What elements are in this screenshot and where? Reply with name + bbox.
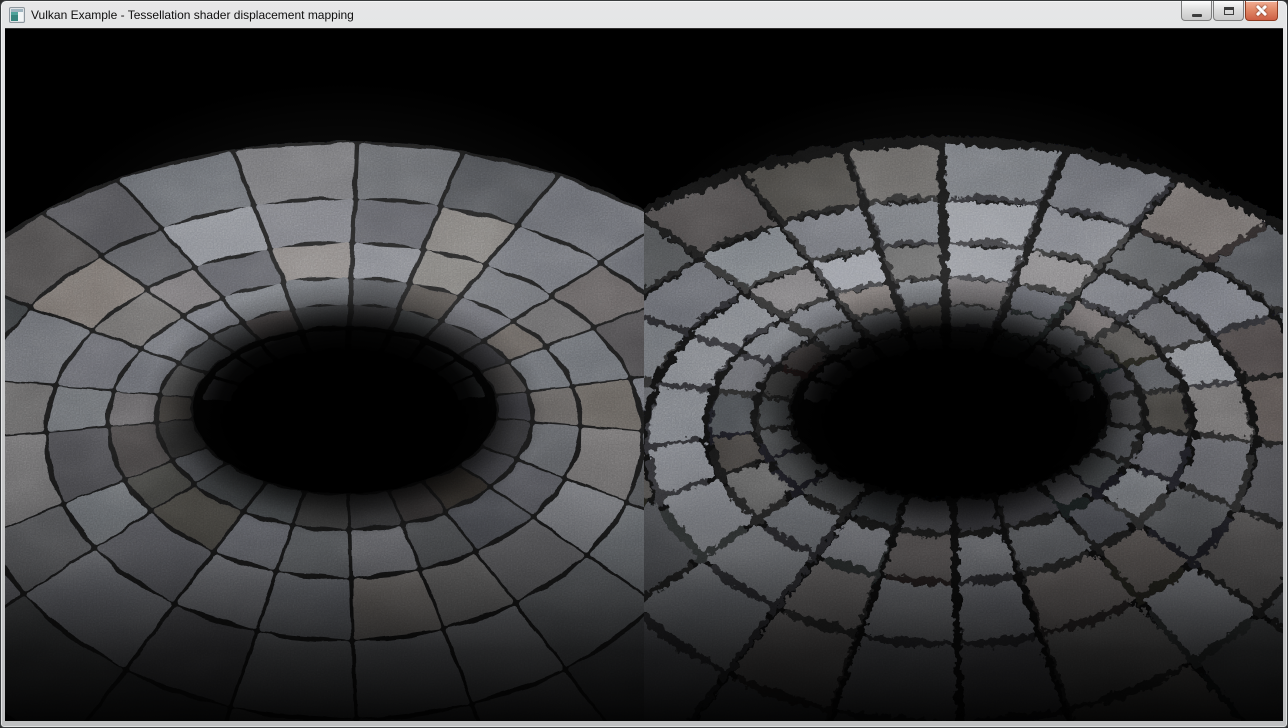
torus-displaced-render (644, 29, 1283, 721)
maximize-icon (1224, 7, 1234, 15)
app-window: Vulkan Example - Tessellation shader dis… (0, 0, 1288, 728)
vulkan-app-icon (9, 7, 25, 23)
minimize-icon (1192, 14, 1202, 17)
render-viewport-left[interactable] (5, 29, 644, 721)
window-controls (1180, 1, 1278, 21)
titlebar[interactable]: Vulkan Example - Tessellation shader dis… (1, 1, 1287, 28)
maximize-button[interactable] (1213, 1, 1244, 21)
torus-flat-render (5, 29, 644, 721)
window-title: Vulkan Example - Tessellation shader dis… (31, 8, 354, 22)
render-viewport-right[interactable] (644, 29, 1283, 721)
close-icon (1255, 5, 1268, 16)
minimize-button[interactable] (1181, 1, 1212, 21)
close-button[interactable] (1245, 1, 1278, 21)
render-area (5, 28, 1283, 721)
